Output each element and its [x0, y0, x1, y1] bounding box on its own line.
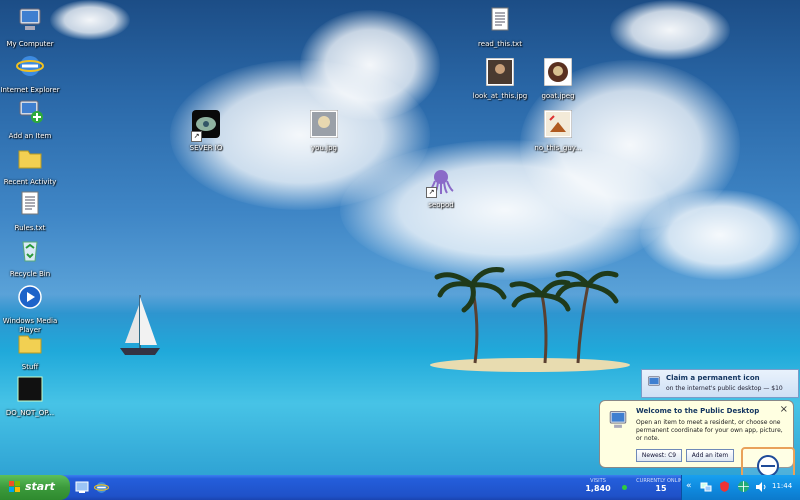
desktop[interactable]: My Computer Internet Explorer Add an Ite… — [0, 0, 800, 475]
icon-label: Stuff — [21, 363, 39, 371]
system-tray: « 11:44 — [681, 475, 800, 500]
desktop-icon-look-at-this[interactable]: look_at_this.jpg — [468, 57, 532, 101]
newest-button[interactable]: Newest: C9 — [636, 449, 682, 462]
start-label: start — [25, 480, 55, 493]
internet-explorer-quicklaunch-icon[interactable] — [94, 480, 109, 495]
cloud — [300, 10, 440, 120]
add-item-icon — [19, 100, 43, 123]
desktop-icon-recycle-bin[interactable]: Recycle Bin — [0, 236, 62, 279]
shortcut-arrow-icon: ↗ — [426, 187, 437, 198]
show-desktop-icon[interactable] — [75, 481, 89, 494]
tray-chevron-icon[interactable]: « — [686, 481, 692, 491]
desktop-icon-you-jpg[interactable]: you.jpg — [292, 109, 356, 153]
icon-label: Add an Item — [8, 132, 52, 140]
online-status-dot — [622, 485, 627, 490]
image-icon — [543, 57, 573, 87]
icon-label: you.jpg — [311, 144, 337, 152]
visits-counter: VISITS 1,840 — [583, 478, 613, 493]
desktop-icon-my-computer[interactable]: My Computer — [0, 6, 62, 49]
folder-icon — [18, 335, 42, 354]
welcome-title: Welcome to the Public Desktop — [636, 407, 760, 415]
cloud — [50, 0, 130, 40]
globe-icon[interactable] — [737, 480, 750, 493]
visits-value: 1,840 — [585, 484, 611, 493]
add-item-button[interactable]: Add an item — [686, 449, 734, 462]
icon-label: DO_NOT_OP... — [5, 409, 55, 417]
desktop-icon-sever-io[interactable]: ↗ SEVER IO — [174, 110, 238, 153]
sailboat — [120, 295, 160, 355]
clock[interactable]: 11:44 — [772, 482, 792, 490]
clock-widget-icon[interactable] — [741, 447, 795, 475]
icon-label: Internet Explorer — [0, 86, 60, 94]
internet-explorer-icon — [16, 56, 44, 76]
visits-label: VISITS — [590, 478, 606, 484]
computer-icon — [648, 376, 660, 386]
image-icon — [543, 109, 573, 139]
desktop-icon-no-this-guy[interactable]: no_this_guy... — [526, 109, 590, 153]
image-icon — [309, 109, 339, 139]
cloud — [640, 190, 800, 280]
taskbar: start VISITS 1,840 CURRENTLY ONLINE 15 «… — [0, 475, 800, 500]
media-player-icon — [18, 285, 42, 309]
cloud — [610, 0, 730, 60]
island-scene — [430, 267, 630, 372]
icon-label: no_this_guy... — [534, 144, 582, 152]
network-icon[interactable] — [700, 481, 712, 493]
desktop-icon-goat[interactable]: goat.jpeg — [526, 57, 590, 101]
desktop-icon-read-this[interactable]: read_this.txt — [468, 6, 532, 49]
claim-subtitle: on the internet's public desktop — $10 — [666, 385, 783, 392]
desktop-icon-seopod[interactable]: ↗ seopod — [409, 167, 473, 210]
claim-title: Claim a permanent icon — [666, 374, 760, 382]
text-file-icon — [21, 191, 39, 215]
desktop-icon-recent-activity[interactable]: Recent Activity — [0, 144, 62, 187]
welcome-body: Open an item to meet a resident, or choo… — [636, 419, 783, 442]
close-icon[interactable]: × — [780, 404, 788, 415]
black-file-icon — [17, 376, 43, 402]
icon-label: Recycle Bin — [9, 270, 51, 278]
text-file-icon — [491, 7, 509, 31]
image-icon — [485, 57, 515, 87]
desktop-icon-rules[interactable]: Rules.txt — [0, 190, 62, 233]
desktop-icon-add-item[interactable]: Add an Item — [0, 98, 62, 141]
icon-label: SEVER IO — [189, 144, 223, 152]
computer-icon — [19, 8, 41, 30]
security-icon[interactable] — [718, 480, 731, 493]
computer-icon — [609, 410, 627, 428]
desktop-icon-stuff[interactable]: Stuff — [0, 329, 62, 372]
icon-label: look_at_this.jpg — [472, 92, 528, 100]
icon-label: Recent Activity — [3, 178, 57, 186]
desktop-icon-do-not-open[interactable]: DO_NOT_OP... — [0, 375, 62, 418]
desktop-icon-internet-explorer[interactable]: Internet Explorer — [0, 52, 62, 95]
icon-label: goat.jpeg — [541, 92, 575, 100]
clock-face-icon — [757, 455, 779, 475]
volume-icon[interactable] — [755, 481, 767, 493]
icon-label: seopod — [428, 201, 454, 209]
windows-flag-icon — [9, 481, 20, 492]
icon-label: Rules.txt — [14, 224, 46, 232]
recycle-bin-icon — [22, 241, 38, 262]
desktop-icon-media-player[interactable]: Windows Media Player — [0, 283, 62, 335]
start-button[interactable]: start — [0, 475, 70, 500]
icon-label: read_this.txt — [478, 40, 522, 48]
folder-icon — [18, 150, 42, 169]
icon-label: My Computer — [6, 40, 54, 48]
claim-icon-popup[interactable]: Claim a permanent icon on the internet's… — [641, 369, 799, 398]
shortcut-arrow-icon: ↗ — [191, 131, 202, 142]
